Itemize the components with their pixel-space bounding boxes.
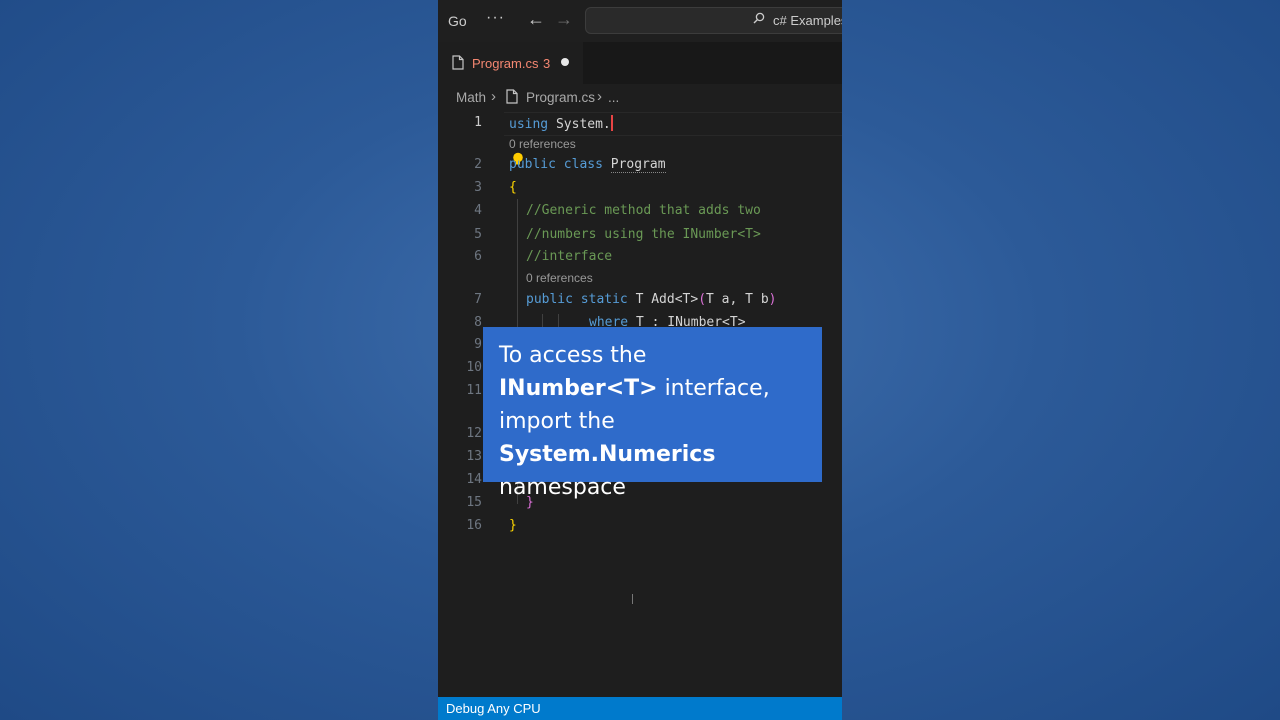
close-paren: ) [768,292,777,307]
file-icon [452,55,464,70]
breadcrumb-folder[interactable]: Math [456,90,486,105]
line-number: 15 [466,495,482,510]
menu-go[interactable]: Go [448,13,467,29]
command-center-search[interactable]: c# Examples [585,7,842,34]
debug-config-label[interactable]: Debug Any CPU [446,701,541,716]
breadcrumb: Math › Program.cs › ... [438,88,842,108]
status-bar: Debug Any CPU [438,697,842,720]
class-name-program: Program [610,157,666,173]
problem-count-badge: 3 [543,56,551,71]
line-number: 1 [474,115,482,130]
chevron-right-icon: › [491,88,496,105]
line-number: 14 [466,472,482,487]
tab-program-cs[interactable]: Program.cs 3 [438,42,583,84]
caption-bold-inumber: INumber<T> [499,376,658,401]
open-paren: ( [698,292,707,307]
line-number: 7 [474,292,482,307]
line-number: 10 [466,360,482,375]
tab-label: Program.cs [472,56,539,71]
line-number: 11 [466,383,482,398]
line-number: 4 [474,203,482,218]
line-number: 5 [474,227,482,242]
caption-text: namespace [499,475,626,500]
code-line-3: { [509,180,517,195]
keyword-public-static: public static [526,292,636,307]
code-line-1: using System. [509,115,613,132]
back-arrow-icon[interactable]: ← [527,9,545,30]
title-bar: Go ··· ← → c# Examples [438,0,842,42]
method-params: T a, T b [706,292,769,307]
line-number: 13 [466,449,482,464]
code-line-2: public class Program [509,157,666,173]
code-line-5: //numbers using the INumber<T> [526,227,761,242]
line-number: 8 [474,315,482,330]
code-line-6: //interface [526,249,613,264]
keyword-public-class: public class [509,157,611,172]
line-number: 2 [474,157,482,172]
code-lens-references[interactable]: 0 references [526,271,593,285]
code-lens-references[interactable]: 0 references [509,137,576,151]
caption-bold-namespace: System.Numerics [499,442,716,467]
namespace-system: System. [548,117,611,132]
unsaved-dot-icon[interactable] [561,58,569,66]
caption-text: To access the [499,343,647,368]
line-number: 3 [474,180,482,195]
search-icon [753,12,765,24]
text-cursor [610,115,613,131]
chevron-right-icon: › [597,88,602,105]
file-icon [506,89,518,104]
search-label: c# Examples [773,13,842,28]
forward-arrow-icon[interactable]: → [555,9,573,30]
breadcrumb-file[interactable]: Program.cs [526,90,595,105]
line-number: 9 [474,337,482,352]
code-line-16: } [509,518,517,533]
keyword-using: using [509,117,549,132]
breadcrumb-symbol[interactable]: ... [608,90,619,105]
code-line-4: //Generic method that adds two [526,203,761,218]
method-signature: T Add<T> [635,292,699,307]
line-number: 12 [466,426,482,441]
tab-bar: Program.cs 3 [438,42,842,84]
mouse-ibeam-icon [632,594,633,604]
caption-overlay: To access the INumber<T> interface, impo… [483,327,822,500]
more-menu-icon[interactable]: ··· [486,9,505,27]
line-number: 6 [474,249,482,264]
code-line-7: public static T Add<T>(T a, T b) [526,292,776,307]
line-number: 16 [466,518,482,533]
